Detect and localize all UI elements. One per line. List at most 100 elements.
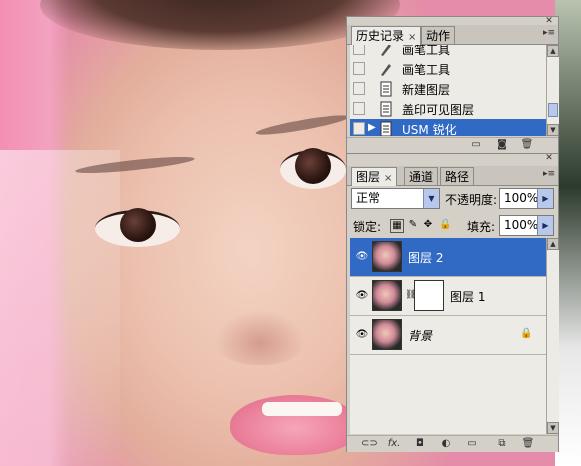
layers-titlebar[interactable]: ✕ [347, 154, 558, 163]
document-icon [380, 101, 392, 117]
scroll-down-icon[interactable]: ▼ [547, 124, 559, 136]
history-scrollbar[interactable]: ▲ ▼ [546, 45, 559, 136]
adjustment-icon[interactable]: ◐ [439, 438, 453, 450]
layers-panel: ✕ 图层 × 通道 路径 ▸≡ 正常 ▼ 不透明度: 100% ▶ 锁定: ▦ ✎… [346, 153, 559, 452]
folder-icon[interactable]: ▭ [465, 438, 479, 450]
layer-thumbnail[interactable] [372, 241, 402, 272]
lock-all-icon[interactable]: 🔒 [439, 219, 451, 231]
close-icon[interactable]: ✕ [544, 17, 554, 26]
history-item[interactable]: 盖印可见图层 [350, 99, 546, 120]
panel-menu-icon[interactable]: ▸≡ [543, 28, 555, 38]
fx-icon[interactable]: fx. [387, 438, 401, 450]
layer-name[interactable]: 背景 [408, 327, 432, 344]
close-icon[interactable]: × [384, 173, 392, 184]
layer-name[interactable]: 图层 2 [408, 249, 443, 266]
tab-channels-label: 通道 [409, 170, 434, 184]
tab-history-label: 历史记录 [356, 29, 405, 43]
link-icon[interactable]: ⊂⊃ [361, 438, 378, 450]
lock-transparency-icon[interactable]: ▦ [390, 219, 404, 233]
lock-label: 锁定: [353, 220, 382, 234]
brush-icon [381, 64, 391, 76]
layer-row[interactable]: 👁 背景 🔒 [350, 316, 546, 355]
fill-input[interactable]: 100% ▶ [499, 215, 554, 236]
current-state-arrow-icon: ▶ [368, 122, 376, 133]
layer-mask-thumbnail[interactable] [414, 280, 444, 311]
tab-layers[interactable]: 图层 × [351, 167, 398, 186]
history-titlebar[interactable]: ✕ [347, 17, 558, 26]
history-item-selected[interactable]: ▶ USM 锐化 [350, 119, 546, 136]
layer-row[interactable]: 👁 ⛓ 图层 1 [350, 277, 546, 316]
history-bottom-bar: ▭ ◙ 🗑 [347, 137, 558, 153]
trash-icon[interactable]: 🗑 [520, 139, 534, 151]
right-iris [295, 148, 331, 184]
document-icon [380, 81, 392, 97]
tab-channels[interactable]: 通道 [404, 167, 439, 185]
close-icon[interactable]: × [408, 32, 416, 43]
tab-history[interactable]: 历史记录 × [351, 26, 422, 45]
tab-layers-label: 图层 [356, 170, 381, 184]
chevron-right-icon: ▶ [537, 216, 553, 235]
add-mask-icon[interactable]: ◘ [413, 438, 427, 450]
scroll-thumb[interactable] [548, 103, 558, 117]
chevron-down-icon: ▼ [423, 189, 439, 208]
veil [0, 150, 120, 466]
snapshot-icon[interactable]: ◙ [495, 139, 509, 151]
source-checkbox[interactable] [353, 102, 365, 115]
close-icon[interactable]: ✕ [544, 154, 554, 163]
opacity-value: 100% [504, 191, 539, 205]
fill-label: 填充: [467, 220, 496, 234]
opacity-input[interactable]: 100% ▶ [499, 188, 554, 209]
blend-mode-select[interactable]: 正常 ▼ [351, 188, 440, 209]
source-checkbox[interactable] [353, 122, 365, 135]
source-checkbox[interactable] [353, 62, 365, 75]
tab-paths[interactable]: 路径 [440, 167, 475, 185]
source-checkbox[interactable] [353, 45, 365, 55]
nose [215, 310, 305, 365]
tab-paths-label: 路径 [445, 170, 470, 184]
opacity-label: 不透明度: [445, 193, 498, 207]
history-item-label: USM 锐化 [402, 123, 457, 136]
lock-pixels-icon[interactable]: ✎ [407, 219, 419, 231]
scroll-up-icon[interactable]: ▲ [547, 45, 559, 57]
history-item[interactable]: 画笔工具 [350, 45, 546, 60]
history-item-label: 新建图层 [402, 83, 451, 97]
layers-tabbar: 图层 × 通道 路径 ▸≡ [347, 166, 558, 186]
blend-mode-value: 正常 [356, 191, 381, 205]
brush-icon [381, 45, 391, 56]
new-document-icon[interactable]: ▭ [469, 139, 483, 151]
history-item-label: 画笔工具 [402, 63, 451, 77]
document-icon [380, 121, 392, 136]
fill-value: 100% [504, 218, 539, 232]
left-iris [120, 208, 156, 242]
scroll-down-icon[interactable]: ▼ [547, 422, 559, 434]
scroll-up-icon[interactable]: ▲ [547, 238, 559, 250]
panel-menu-icon[interactable]: ▸≡ [543, 169, 555, 179]
lock-icon: 🔒 [520, 328, 533, 339]
source-checkbox[interactable] [353, 82, 365, 95]
history-item-label: 画笔工具 [402, 45, 451, 57]
tab-actions[interactable]: 动作 [421, 26, 456, 44]
layers-scrollbar[interactable]: ▲ ▼ [546, 238, 559, 434]
chevron-right-icon: ▶ [537, 189, 553, 208]
eye-icon[interactable]: 👁 [355, 251, 369, 263]
eye-icon[interactable]: 👁 [355, 290, 369, 302]
lock-position-icon[interactable]: ✥ [422, 219, 434, 231]
new-layer-icon[interactable]: ⧉ [495, 438, 509, 450]
layers-bottom-bar: ⊂⊃ fx. ◘ ◐ ▭ ⧉ 🗑 [347, 435, 558, 452]
history-item-label: 盖印可见图层 [402, 103, 475, 117]
right-eyebrow [254, 111, 351, 139]
layer-thumbnail[interactable] [372, 280, 402, 311]
history-tabbar: 历史记录 × 动作 ▸≡ [347, 25, 558, 45]
layer-name[interactable]: 图层 1 [450, 288, 485, 305]
layers-list: 👁 图层 2 👁 ⛓ 图层 1 👁 背景 🔒 [350, 238, 546, 434]
eye-icon[interactable]: 👁 [355, 329, 369, 341]
trash-icon[interactable]: 🗑 [521, 438, 535, 450]
history-panel: ✕ 历史记录 × 动作 ▸≡ 画笔工具 画笔工具 新建图层 盖印可见图层 ▶ U… [346, 16, 559, 153]
layer-thumbnail[interactable] [372, 319, 402, 350]
history-item[interactable]: 画笔工具 [350, 59, 546, 80]
layer-row-selected[interactable]: 👁 图层 2 [350, 238, 546, 277]
history-item[interactable]: 新建图层 [350, 79, 546, 100]
history-list: 画笔工具 画笔工具 新建图层 盖印可见图层 ▶ USM 锐化 [350, 45, 546, 136]
teeth [262, 402, 342, 416]
tab-actions-label: 动作 [426, 29, 451, 43]
